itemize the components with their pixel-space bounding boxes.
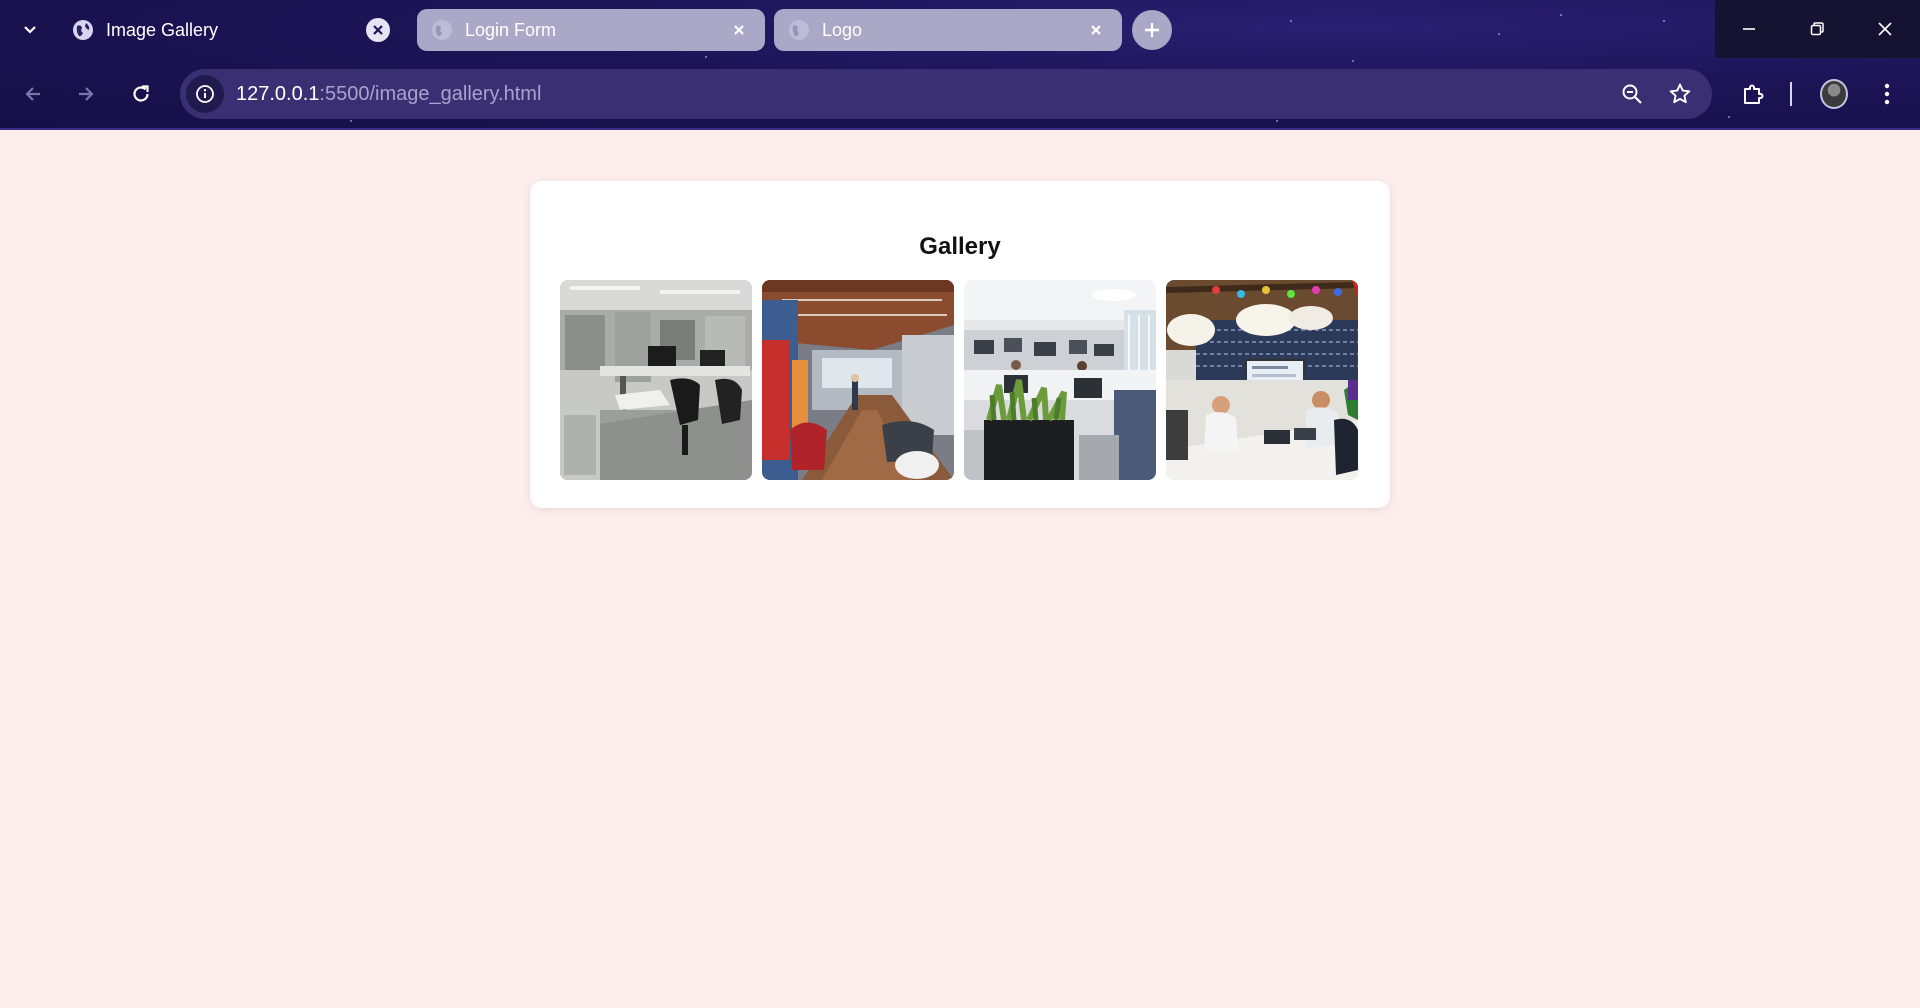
more-vertical-icon (1884, 83, 1890, 105)
close-icon (1091, 25, 1101, 35)
forward-button[interactable] (66, 74, 106, 114)
reload-icon (133, 85, 149, 102)
gallery-title: Gallery (919, 233, 1001, 260)
browser-chrome: Image Gallery Login Form Logo 127.0.0.1:… (0, 0, 1920, 130)
zoom-button[interactable] (1612, 74, 1652, 114)
info-icon (196, 85, 214, 103)
star-icon (1669, 83, 1691, 104)
restore-icon (1810, 22, 1824, 36)
gallery-image-1[interactable] (560, 280, 752, 480)
close-icon (1878, 22, 1892, 36)
url-path: :5500/image_gallery.html (319, 82, 542, 105)
globe-icon (72, 19, 94, 41)
back-button[interactable] (13, 74, 53, 114)
plus-icon (1145, 23, 1159, 37)
reload-button[interactable] (121, 74, 161, 114)
zoom-out-icon (1622, 84, 1642, 104)
close-window-button[interactable] (1851, 0, 1919, 58)
menu-button[interactable] (1867, 74, 1907, 114)
minimize-button[interactable] (1715, 0, 1783, 58)
tab-image-gallery[interactable]: Image Gallery (58, 9, 404, 51)
extensions-button[interactable] (1733, 74, 1773, 114)
gallery-card: Gallery (530, 181, 1390, 508)
close-icon (734, 25, 744, 35)
gallery-image-4[interactable] (1166, 280, 1358, 480)
puzzle-icon (1744, 84, 1764, 104)
minimize-icon (1743, 28, 1755, 30)
url-host: 127.0.0.1 (236, 82, 320, 105)
site-info-button[interactable] (186, 75, 224, 113)
tab-title: Login Form (465, 19, 557, 40)
window-controls (1715, 0, 1920, 58)
tab-close-button[interactable] (1084, 18, 1108, 42)
tab-close-button[interactable] (727, 18, 751, 42)
tab-close-button[interactable] (366, 18, 390, 42)
arrow-left-icon (25, 87, 40, 101)
page-viewport: Gallery (0, 130, 1920, 1008)
url-text[interactable]: 127.0.0.1:5500/image_gallery.html (236, 83, 1612, 106)
gallery-image-2[interactable] (762, 280, 954, 480)
close-icon (373, 25, 383, 35)
arrow-right-icon (79, 87, 94, 101)
globe-icon (431, 19, 453, 41)
restore-button[interactable] (1783, 0, 1851, 58)
gallery-image-3[interactable] (964, 280, 1156, 480)
new-tab-button[interactable] (1132, 10, 1172, 50)
tab-logo[interactable]: Logo (774, 9, 1122, 51)
tab-title: Image Gallery (106, 19, 219, 40)
address-bar[interactable]: 127.0.0.1:5500/image_gallery.html (180, 69, 1712, 119)
profile-avatar[interactable] (1820, 79, 1848, 109)
image-grid (560, 280, 1360, 480)
globe-icon (788, 19, 810, 41)
bookmark-button[interactable] (1660, 74, 1700, 114)
tab-login-form[interactable]: Login Form (417, 9, 765, 51)
tab-list-button[interactable] (14, 14, 46, 46)
tab-title: Logo (822, 19, 863, 40)
toolbar-separator (1790, 82, 1792, 106)
chevron-down-icon (24, 26, 36, 34)
